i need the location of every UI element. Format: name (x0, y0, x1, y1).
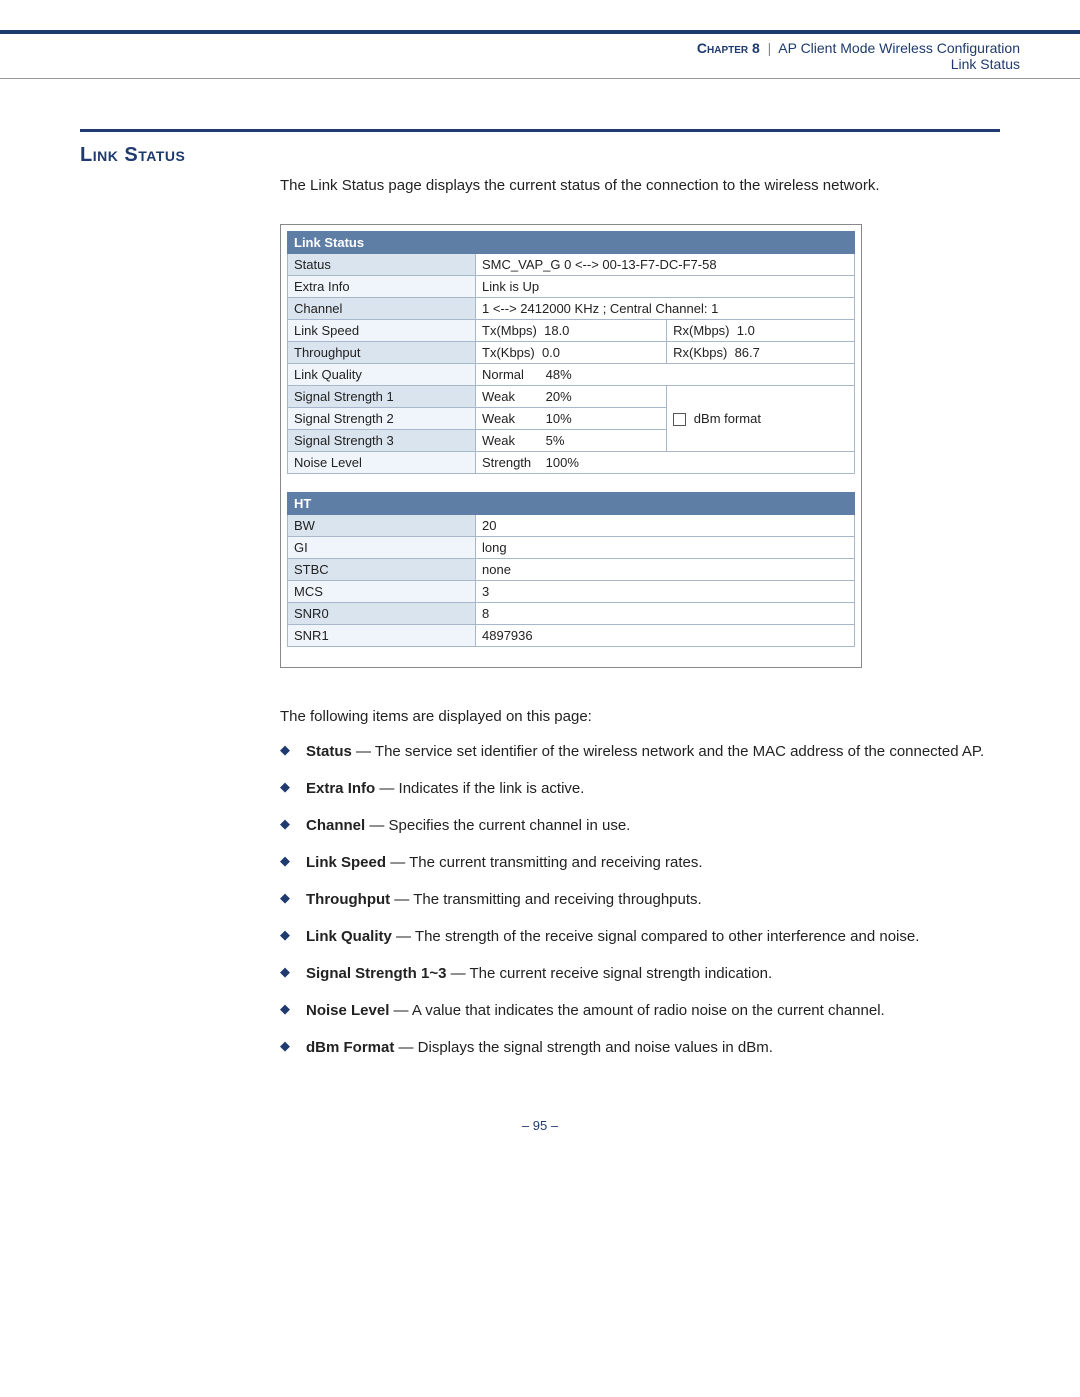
ht-row-value: 8 (476, 603, 855, 625)
item-term: Status (306, 743, 352, 760)
list-item: Link Speed — The current transmitting an… (280, 852, 1000, 873)
channel-label: Channel (288, 298, 476, 320)
link-status-panel: Link Status Status SMC_VAP_G 0 <--> 00-1… (280, 224, 862, 668)
list-item: Throughput — The transmitting and receiv… (280, 889, 1000, 910)
link-speed-rx: Rx(Mbps) 1.0 (667, 320, 855, 342)
extra-info-label: Extra Info (288, 276, 476, 298)
status-value: SMC_VAP_G 0 <--> 00-13-F7-DC-F7-58 (476, 254, 855, 276)
dbm-checkbox[interactable] (673, 413, 686, 426)
ht-row-value: 3 (476, 581, 855, 603)
link-quality-label: Link Quality (288, 364, 476, 386)
ht-row-label: BW (288, 515, 476, 537)
ht-row-value: none (476, 559, 855, 581)
list-item: Signal Strength 1~3 — The current receiv… (280, 963, 1000, 984)
ss1-pct: 20% (546, 389, 572, 404)
ss1-q: Weak (482, 389, 542, 404)
ht-row-label: MCS (288, 581, 476, 603)
ht-row-label: SNR1 (288, 625, 476, 647)
status-label: Status (288, 254, 476, 276)
noise-value: Strength 100% (476, 452, 855, 474)
list-item: Channel — Specifies the current channel … (280, 815, 1000, 836)
link-quality-pct: 48% (546, 367, 572, 382)
section-rule (80, 129, 1000, 132)
ht-row-value: 4897936 (476, 625, 855, 647)
ht-row-value: long (476, 537, 855, 559)
ss3-label: Signal Strength 3 (288, 430, 476, 452)
link-speed-label: Link Speed (288, 320, 476, 342)
item-desc: — A value that indicates the amount of r… (389, 1002, 884, 1019)
item-desc: — The strength of the receive signal com… (392, 928, 920, 945)
ss2-q: Weak (482, 411, 542, 426)
ss2-pct: 10% (546, 411, 572, 426)
item-desc: — The transmitting and receiving through… (390, 891, 702, 908)
ss1-label: Signal Strength 1 (288, 386, 476, 408)
list-item: Extra Info — Indicates if the link is ac… (280, 778, 1000, 799)
item-term: Link Quality (306, 928, 392, 945)
list-item: dBm Format — Displays the signal strengt… (280, 1037, 1000, 1058)
item-desc: — The current receive signal strength in… (446, 965, 772, 982)
channel-value: 1 <--> 2412000 KHz ; Central Channel: 1 (476, 298, 855, 320)
ss3-pct: 5% (546, 433, 565, 448)
throughput-rx: Rx(Kbps) 86.7 (667, 342, 855, 364)
items-section: The following items are displayed on thi… (280, 708, 1000, 1058)
item-term: Noise Level (306, 1002, 389, 1019)
throughput-tx: Tx(Kbps) 0.0 (476, 342, 667, 364)
item-term: Throughput (306, 891, 390, 908)
item-term: Extra Info (306, 780, 375, 797)
noise-pct: 100% (546, 455, 579, 470)
dbm-cell: dBm format (667, 386, 855, 452)
throughput-label: Throughput (288, 342, 476, 364)
link-quality-q: Normal (482, 367, 542, 382)
ht-header: HT (288, 493, 855, 515)
list-item: Link Quality — The strength of the recei… (280, 926, 1000, 947)
item-desc: — Specifies the current channel in use. (365, 817, 630, 834)
list-item: Status — The service set identifier of t… (280, 741, 1000, 762)
item-desc: — The current transmitting and receiving… (386, 854, 703, 871)
list-item: Noise Level — A value that indicates the… (280, 1000, 1000, 1021)
link-status-header: Link Status (288, 232, 855, 254)
section-title: Link Status (80, 144, 1000, 167)
chapter-title: AP Client Mode Wireless Configuration (778, 40, 1020, 56)
ht-row-label: SNR0 (288, 603, 476, 625)
ss3-q: Weak (482, 433, 542, 448)
page-number: – 95 – (0, 1118, 1080, 1133)
item-term: Channel (306, 817, 365, 834)
header-separator: | (768, 40, 772, 56)
items-intro: The following items are displayed on thi… (280, 708, 1000, 725)
noise-label: Noise Level (288, 452, 476, 474)
page-header: Chapter 8 | AP Client Mode Wireless Conf… (0, 30, 1080, 79)
item-desc: — Displays the signal strength and noise… (394, 1039, 773, 1056)
item-term: Link Speed (306, 854, 386, 871)
noise-q: Strength (482, 455, 542, 470)
extra-info-value: Link is Up (476, 276, 855, 298)
link-quality-value: Normal 48% (476, 364, 855, 386)
ss1-value: Weak 20% (476, 386, 667, 408)
item-desc: — The service set identifier of the wire… (352, 743, 984, 760)
items-list: Status — The service set identifier of t… (280, 741, 1000, 1058)
item-term: Signal Strength 1~3 (306, 965, 446, 982)
link-speed-tx: Tx(Mbps) 18.0 (476, 320, 667, 342)
ht-row-value: 20 (476, 515, 855, 537)
item-desc: — Indicates if the link is active. (375, 780, 584, 797)
ht-row-label: STBC (288, 559, 476, 581)
ss2-value: Weak 10% (476, 408, 667, 430)
ss2-label: Signal Strength 2 (288, 408, 476, 430)
chapter-label: Chapter 8 (697, 40, 760, 56)
ht-row-label: GI (288, 537, 476, 559)
dbm-label: dBm format (694, 411, 761, 426)
item-term: dBm Format (306, 1039, 394, 1056)
ss3-value: Weak 5% (476, 430, 667, 452)
header-subtitle: Link Status (951, 56, 1020, 72)
link-status-table: Link Status Status SMC_VAP_G 0 <--> 00-1… (287, 231, 855, 647)
section-intro: The Link Status page displays the curren… (280, 177, 1000, 194)
